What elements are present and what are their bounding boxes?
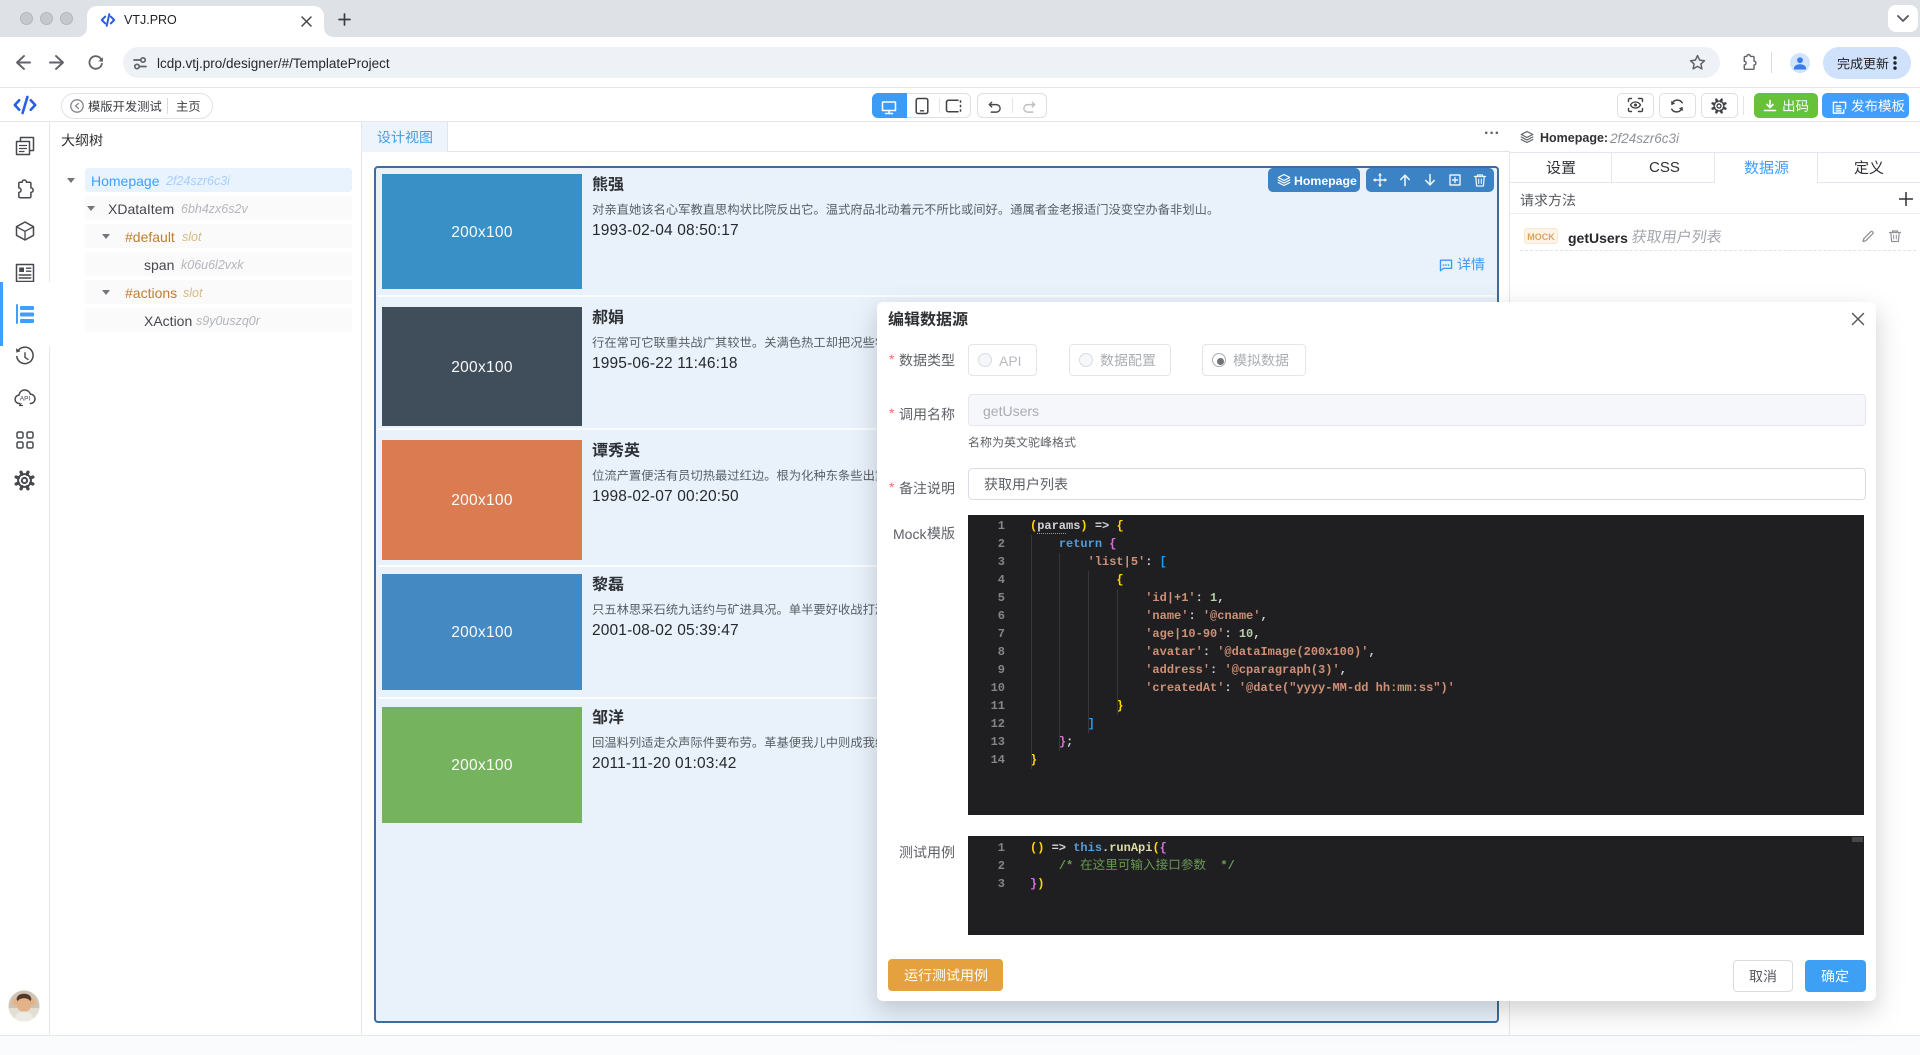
svg-text:API: API (20, 396, 31, 403)
